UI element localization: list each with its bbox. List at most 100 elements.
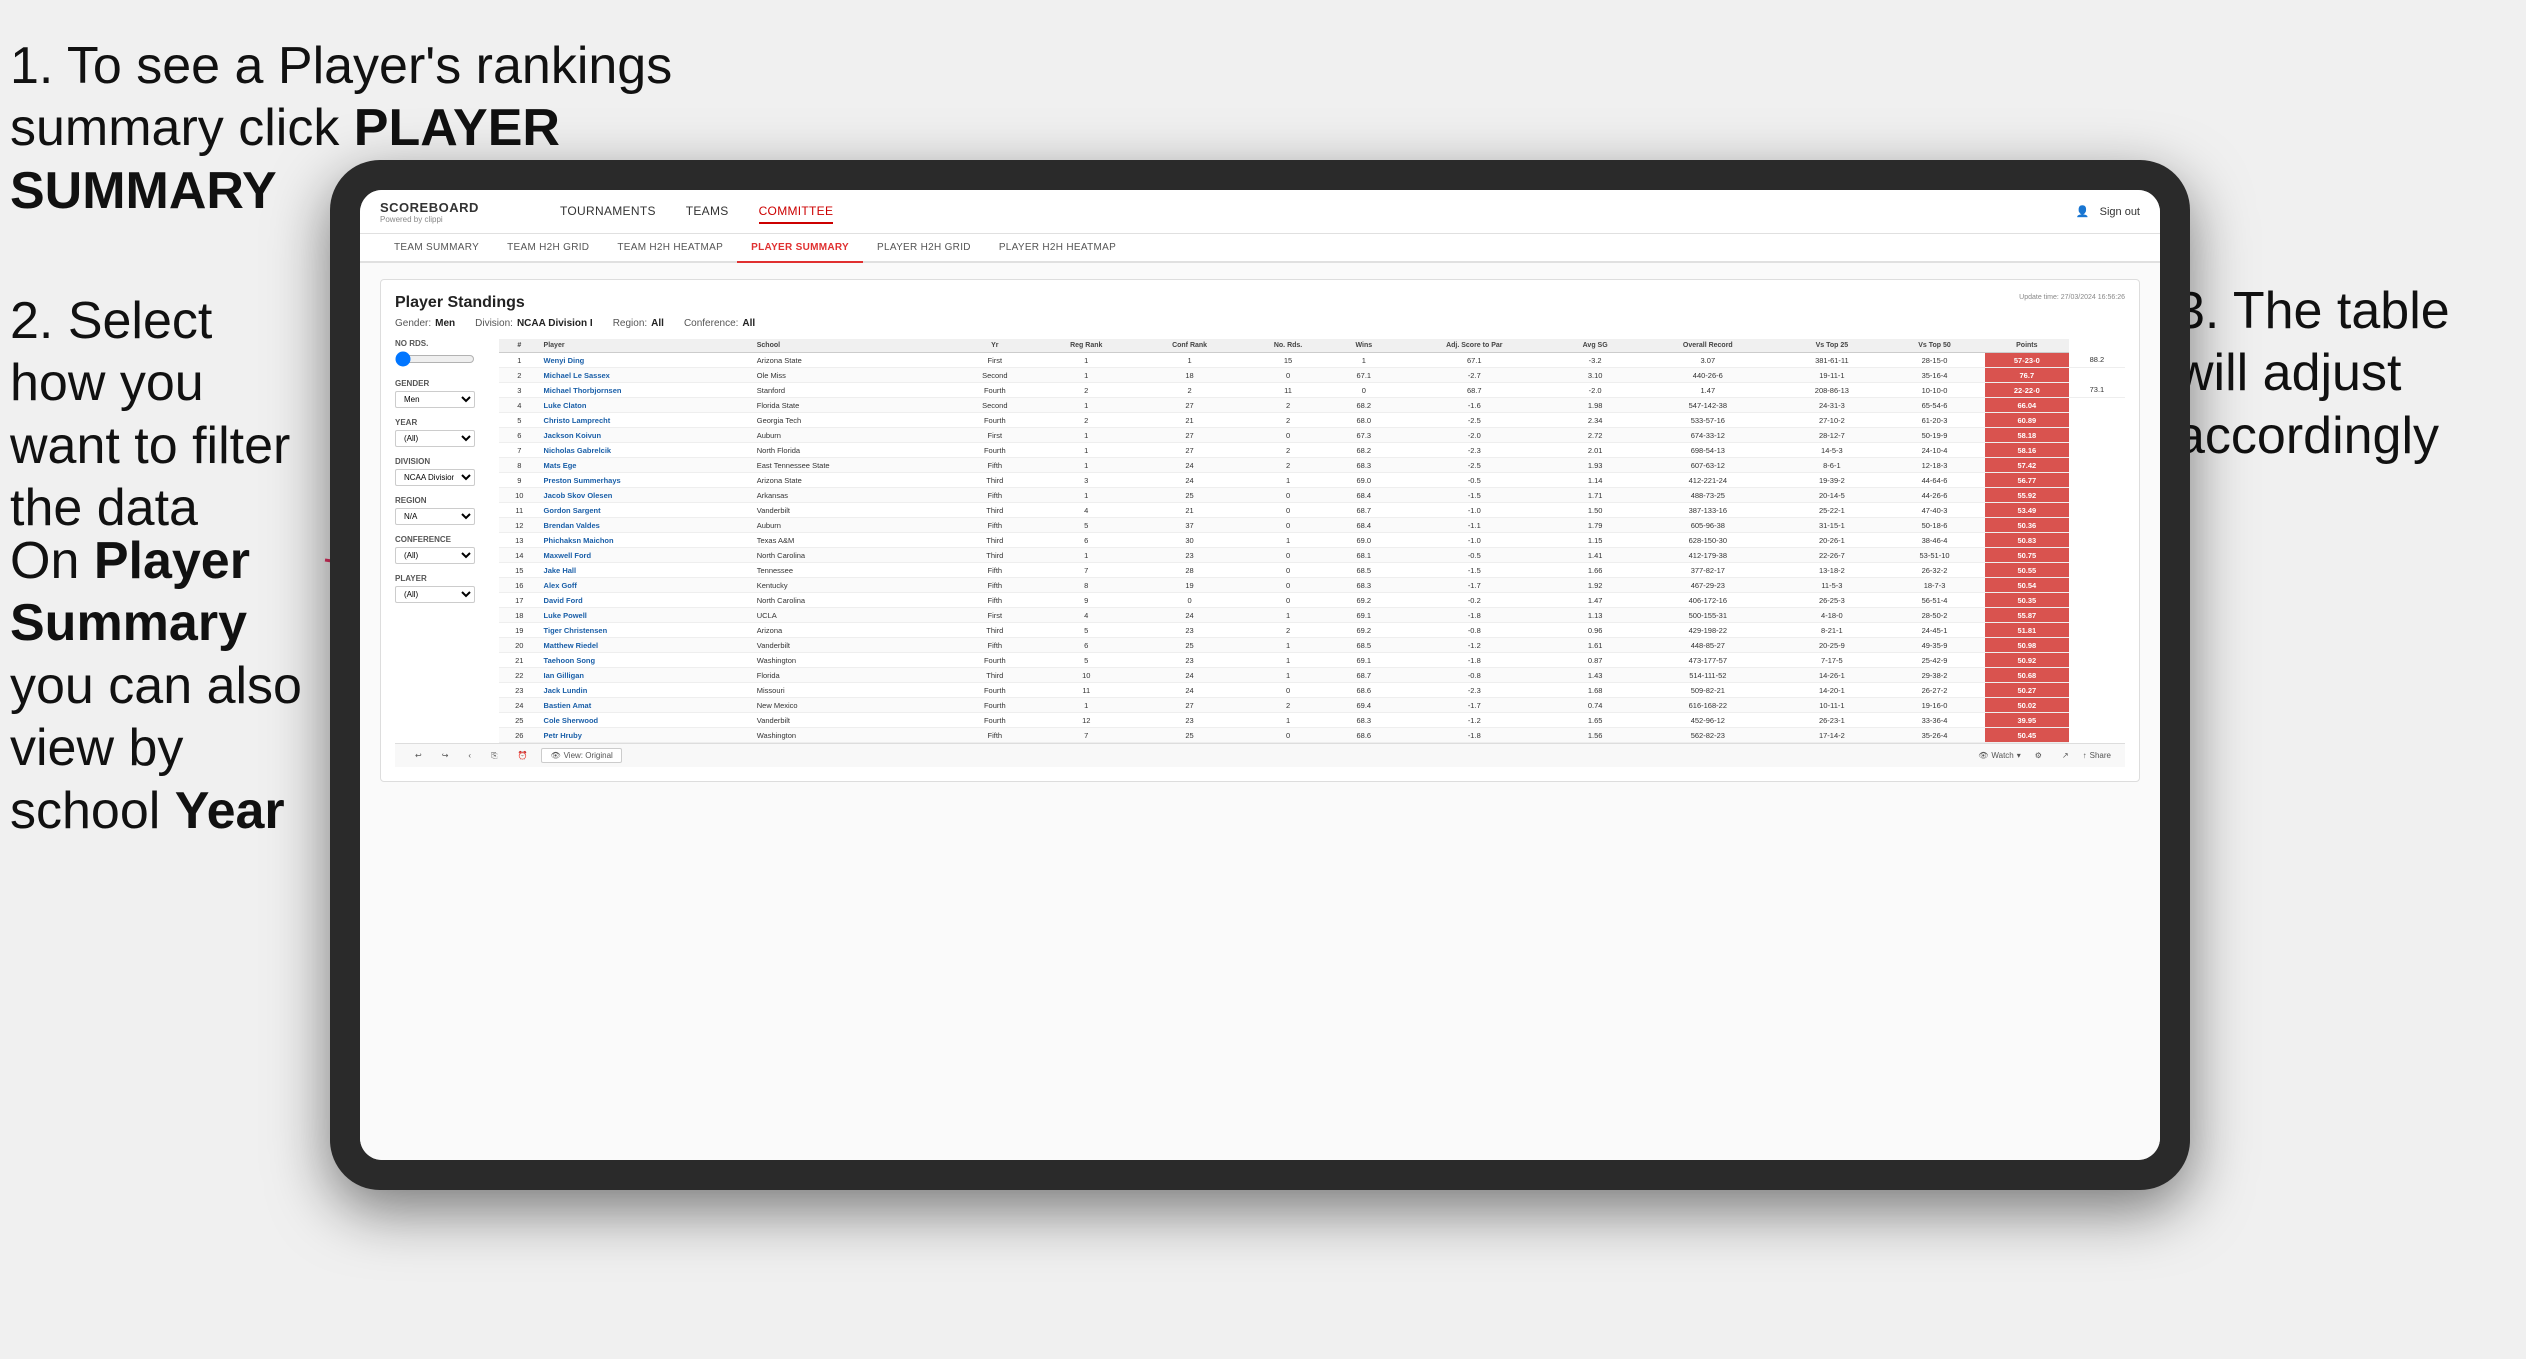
table-cell: 547-142-38 (1636, 398, 1779, 413)
table-cell: Fourth (953, 653, 1036, 668)
table-cell: 28-15-0 (1884, 353, 1985, 368)
table-cell: Fourth (953, 698, 1036, 713)
table-cell: 412-221-24 (1636, 473, 1779, 488)
table-cell: 27 (1136, 698, 1243, 713)
sub-nav-player-h2h-grid[interactable]: PLAYER H2H GRID (863, 234, 985, 261)
table-cell: 17-14-2 (1780, 728, 1885, 743)
table-cell: -2.5 (1394, 413, 1554, 428)
division-filter-group: Division NCAA Division I (395, 457, 485, 486)
no-rds-slider[interactable] (395, 351, 475, 367)
table-cell: 69.0 (1333, 533, 1394, 548)
table-cell: 26-23-1 (1780, 713, 1885, 728)
gender-select[interactable]: Men (395, 391, 475, 408)
table-cell: 35-26-4 (1884, 728, 1985, 743)
back-btn[interactable]: ‹ (462, 749, 477, 762)
table-cell: Fifth (953, 518, 1036, 533)
redo-btn[interactable]: ↪ (436, 749, 455, 762)
year-filter-group: Year (All) First Second Third Fourth Fif… (395, 418, 485, 447)
sub-nav-player-h2h-heatmap[interactable]: PLAYER H2H HEATMAP (985, 234, 1130, 261)
table-cell: 1.71 (1554, 488, 1636, 503)
watch-icon: 👁 (1978, 751, 1988, 760)
table-cell: Washington (753, 728, 954, 743)
division-select[interactable]: NCAA Division I (395, 469, 475, 486)
table-cell: Arizona (753, 623, 954, 638)
share-btn[interactable]: ↑ Share (2083, 751, 2111, 760)
sub-nav-team-h2h-grid[interactable]: TEAM H2H GRID (493, 234, 603, 261)
table-cell: 440-26-6 (1636, 368, 1779, 383)
table-cell: 56-51-4 (1884, 593, 1985, 608)
view-btn[interactable]: 👁 View: Original (541, 748, 621, 763)
table-cell: 2 (1243, 458, 1333, 473)
table-row: 24Bastien AmatNew MexicoFourth127269.4-1… (499, 698, 2125, 713)
col-no-rds: No. Rds. (1243, 339, 1333, 353)
table-cell: 14-5-3 (1780, 443, 1885, 458)
table-cell: 2 (1036, 413, 1136, 428)
table-cell: 50.98 (1985, 638, 2069, 653)
watch-btn[interactable]: 👁 Watch ▾ (1978, 751, 2021, 760)
table-cell: 23 (499, 683, 540, 698)
table-cell: 1 (1036, 488, 1136, 503)
region-select[interactable]: N/A All (395, 508, 475, 525)
table-cell: 15 (499, 563, 540, 578)
table-cell: 16 (499, 578, 540, 593)
table-cell: 27 (1136, 428, 1243, 443)
table-cell: 607-63-12 (1636, 458, 1779, 473)
clock-btn[interactable]: ⏰ (511, 749, 533, 762)
table-cell: 18-7-3 (1884, 578, 1985, 593)
table-cell: 13 (499, 533, 540, 548)
player-select[interactable]: (All) (395, 586, 475, 603)
standings-table: # Player School Yr Reg Rank Conf Rank No… (499, 339, 2125, 743)
table-cell: Auburn (753, 518, 954, 533)
table-cell: -2.3 (1394, 443, 1554, 458)
table-row: 14Maxwell FordNorth CarolinaThird123068.… (499, 548, 2125, 563)
nav-teams[interactable]: TEAMS (686, 200, 729, 224)
table-cell: Michael Thorbjornsen (540, 383, 753, 398)
table-cell: 69.4 (1333, 698, 1394, 713)
table-cell: 20-14-5 (1780, 488, 1885, 503)
table-cell: 18 (1136, 368, 1243, 383)
table-cell: 1.41 (1554, 548, 1636, 563)
table-cell: Brendan Valdes (540, 518, 753, 533)
table-cell: 1.93 (1554, 458, 1636, 473)
table-cell: 467-29-23 (1636, 578, 1779, 593)
table-cell: 69.1 (1333, 653, 1394, 668)
nav-committee[interactable]: COMMITTEE (759, 200, 834, 224)
table-cell: Nicholas Gabrelcik (540, 443, 753, 458)
table-cell: 25-42-9 (1884, 653, 1985, 668)
table-cell: 1 (1243, 668, 1333, 683)
table-cell: 0 (1243, 593, 1333, 608)
copy-btn[interactable]: ⎘ (485, 749, 503, 763)
table-row: 11Gordon SargentVanderbiltThird421068.7-… (499, 503, 2125, 518)
table-row: 21Taehoon SongWashingtonFourth523169.1-1… (499, 653, 2125, 668)
table-cell: -2.0 (1554, 383, 1636, 398)
table-cell: 18 (499, 608, 540, 623)
nav-tournaments[interactable]: TOURNAMENTS (560, 200, 656, 224)
table-cell: 2 (499, 368, 540, 383)
table-cell: 35-16-4 (1884, 368, 1985, 383)
table-cell: 69.1 (1333, 608, 1394, 623)
table-cell: 21 (499, 653, 540, 668)
conference-select[interactable]: (All) (395, 547, 475, 564)
sub-nav-team-h2h-heatmap[interactable]: TEAM H2H HEATMAP (603, 234, 737, 261)
sub-nav-team-summary[interactable]: TEAM SUMMARY (380, 234, 493, 261)
year-select[interactable]: (All) First Second Third Fourth Fifth (395, 430, 475, 447)
table-cell: 68.3 (1333, 458, 1394, 473)
table-cell: 0.96 (1554, 623, 1636, 638)
table-cell: 49-35-9 (1884, 638, 1985, 653)
table-cell: 562-82-23 (1636, 728, 1779, 743)
settings-btn[interactable]: ⚙ (2029, 749, 2048, 762)
sign-out-link[interactable]: Sign out (2100, 206, 2140, 218)
export-btn[interactable]: ↗ (2056, 749, 2075, 762)
sub-nav-player-summary[interactable]: PLAYER SUMMARY (737, 234, 863, 263)
table-cell: 57.42 (1985, 458, 2069, 473)
table-cell: 1.65 (1554, 713, 1636, 728)
table-cell: First (953, 353, 1036, 368)
table-cell: 29-38-2 (1884, 668, 1985, 683)
table-cell: 24 (1136, 608, 1243, 623)
table-cell: 10 (1036, 668, 1136, 683)
table-cell: 24 (499, 698, 540, 713)
table-cell: Vanderbilt (753, 713, 954, 728)
table-row: 26Petr HrubyWashingtonFifth725068.6-1.81… (499, 728, 2125, 743)
undo-btn[interactable]: ↩ (409, 749, 428, 762)
table-cell: 39.95 (1985, 713, 2069, 728)
